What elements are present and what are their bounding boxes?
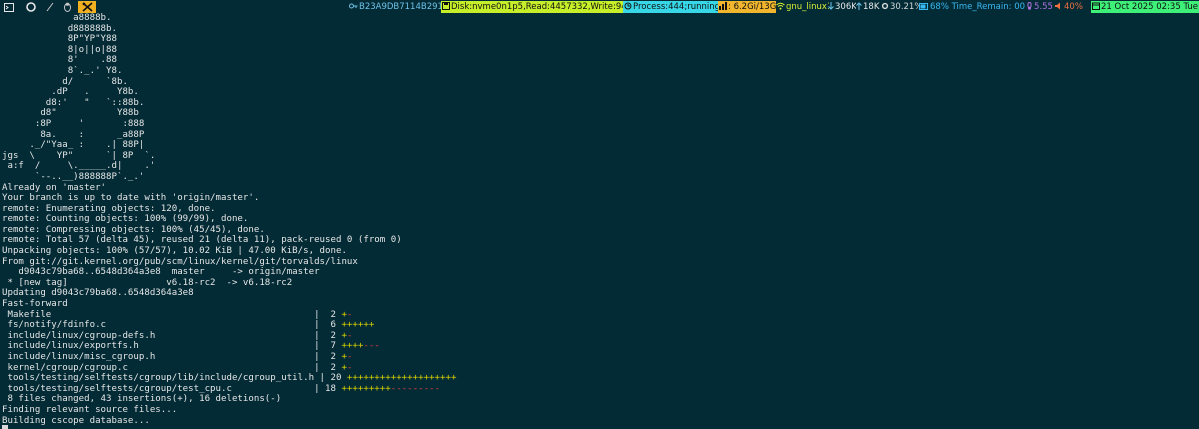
ascii-art-line: d8" Y88b	[2, 108, 139, 119]
diffstat-insertions: +++++++++	[341, 383, 391, 394]
diffstat-path: tools/testing/selftests/cgroup/lib/inclu…	[2, 373, 347, 384]
diffstat-row: tools/testing/selftests/cgroup/test_cpu.…	[2, 384, 1197, 395]
diffstat-deletions: -	[346, 362, 353, 373]
git-output-line: d9043c79ba68..6548d364a3e8 master -> ori…	[2, 267, 320, 278]
diffstat-deletions: -	[346, 309, 353, 320]
machine-id-segment: B23A9DB7114B2915	[348, 1, 443, 13]
diffstat-deletions: -	[346, 330, 353, 341]
status-bar: B23A9DB7114B2915 Disk:nvme0n1p5,Read:445…	[0, 0, 1199, 14]
diffstat-path: tools/testing/selftests/cgroup/test_cpu.…	[2, 383, 342, 394]
git-output-line: Fast-forward	[2, 299, 68, 310]
disk-icon	[442, 2, 450, 13]
ascii-art-line: d8:' " `::88b.	[2, 97, 145, 108]
ascii-art-line: a8888b.	[2, 13, 112, 23]
arrow-up-icon	[856, 2, 862, 13]
ascii-art-line: `--..__)888888P`._.'	[2, 171, 145, 182]
battery-segment: 68% Time_Remain: 00:59:56	[918, 1, 1026, 13]
git-output-line: remote: Counting objects: 100% (99/99), …	[2, 214, 249, 225]
ascii-art-line: jgs \ YP" `| 8P `.	[2, 150, 156, 161]
volume-segment[interactable]: 40%	[1054, 1, 1092, 13]
summary-line: 8 files changed, 43 insertions(+), 16 de…	[2, 394, 282, 405]
workspace-debian[interactable]	[24, 1, 37, 13]
diffstat-row: include/linux/misc_cgroup.h | 2 +-	[2, 352, 1197, 363]
diffstat-row: fs/notify/fdinfo.c | 6 ++++++	[2, 320, 1197, 331]
arrow-down-icon	[828, 2, 834, 13]
workspace-penguin[interactable]	[61, 1, 74, 13]
ascii-art-line: d/ `8b.	[2, 76, 128, 87]
diffstat-path: include/linux/cgroup-defs.h | 2	[2, 330, 342, 341]
summary-line: Building cscope database...	[2, 415, 150, 426]
ascii-art-line: 8|o||o|88	[2, 44, 117, 55]
wifi-segment: gnu_linux1	[775, 1, 829, 13]
ascii-art-line: 8' .88	[2, 55, 117, 66]
datetime-segment[interactable]: 21 Oct 2025 02:35 Tue	[1091, 1, 1199, 13]
diffstat-deletions: ---------	[390, 383, 441, 394]
key-icon	[349, 2, 358, 13]
memory-segment: : 6.2Gi/13Gi	[718, 1, 776, 13]
diffstat-path: fs/notify/fdinfo.c | 6	[2, 320, 342, 331]
diffstat-row: Makefile | 2 +-	[2, 310, 1197, 321]
process-icon	[624, 2, 632, 13]
ascii-art-line: d888888b.	[2, 23, 117, 34]
process-segment: Process:444;running:5	[623, 1, 718, 13]
git-output-line: remote: Enumerating objects: 120, done.	[2, 203, 216, 214]
terminal-output[interactable]: a8888b. d888888b. 8P"YP"Y88 8|o||o|88 8'…	[2, 13, 1197, 426]
git-output-line: Your branch is up to date with 'origin/m…	[2, 193, 260, 204]
calendar-icon	[1092, 2, 1100, 13]
debian-swirl-icon	[25, 2, 36, 12]
git-output-line: * [new tag] v6.18-rc2 -> v6.18-rc2	[2, 277, 293, 288]
workspace-pen[interactable]	[44, 1, 57, 13]
summary-line: Finding relevant source files...	[2, 404, 178, 415]
workspace-terminal[interactable]	[2, 1, 15, 13]
disk-segment: Disk:nvme0n1p5,Read:4457332,Write:942866…	[441, 1, 623, 13]
diffstat-insertions: ++++++	[341, 320, 375, 331]
pen-icon	[46, 2, 54, 12]
diffstat-path: include/linux/exportfs.h | 7	[2, 341, 342, 352]
terminal-cursor	[2, 425, 8, 429]
gear-icon	[881, 2, 889, 13]
git-output-line: Updating d9043c79ba68..6548d364a3e8	[2, 288, 194, 299]
diffstat-path: Makefile | 2	[2, 309, 342, 320]
diffstat-insertions: ++++++++++++++++++++	[346, 373, 457, 384]
ascii-art-line: :8P ' :888	[2, 118, 145, 129]
git-output-line: Already on 'master'	[2, 182, 107, 193]
diffstat-row: kernel/cgroup/cgroup.c | 2 +-	[2, 363, 1197, 374]
git-output-line: From git://git.kernel.org/pub/scm/linux/…	[2, 256, 358, 267]
terminal-icon	[3, 2, 14, 12]
tools-icon	[81, 2, 93, 12]
workspace-tools-active[interactable]	[78, 1, 96, 13]
diffstat-deletions: ---	[363, 341, 380, 352]
memory-chart-icon	[719, 2, 727, 13]
diffstat-path: kernel/cgroup/cgroup.c | 2	[2, 362, 342, 373]
penguin-icon	[64, 2, 71, 12]
speaker-icon	[1055, 2, 1063, 13]
diffstat-insertions: ++++	[341, 341, 364, 352]
ascii-art-line: a:f / \._____.d| .'	[2, 161, 156, 172]
diffstat-row: tools/testing/selftests/cgroup/lib/inclu…	[2, 373, 1197, 384]
diffstat-row: include/linux/cgroup-defs.h | 2 +-	[2, 331, 1197, 342]
battery-icon	[919, 2, 929, 13]
thermometer-icon	[1026, 2, 1033, 13]
git-output-line: remote: Total 57 (delta 45), reused 21 (…	[2, 235, 402, 246]
diffstat-row: include/linux/exportfs.h | 7 ++++---	[2, 341, 1197, 352]
wifi-icon	[776, 2, 785, 13]
ascii-art-line: ._/"Yaa_ : .| 88P|	[2, 140, 145, 151]
ascii-art-line: 8`._.' Y8.	[2, 65, 123, 76]
git-output-line: remote: Compressing objects: 100% (45/45…	[2, 224, 265, 235]
diffstat-deletions: -	[346, 352, 353, 362]
net-up-segment: 18K	[855, 1, 881, 13]
net-down-segment: 306K	[827, 1, 856, 13]
ascii-art-line: 8a. : _a88P	[2, 129, 145, 140]
temperature-segment: 5.55	[1025, 1, 1055, 13]
ascii-art-line: 8P"YP"Y88	[2, 34, 117, 45]
git-output-line: Unpacking objects: 100% (57/57), 10.02 K…	[2, 246, 347, 257]
ascii-art-line: .dP . Y8b.	[2, 87, 139, 98]
cpu-segment: 30.21%	[880, 1, 920, 13]
diffstat-path: include/linux/misc_cgroup.h | 2	[2, 352, 342, 362]
